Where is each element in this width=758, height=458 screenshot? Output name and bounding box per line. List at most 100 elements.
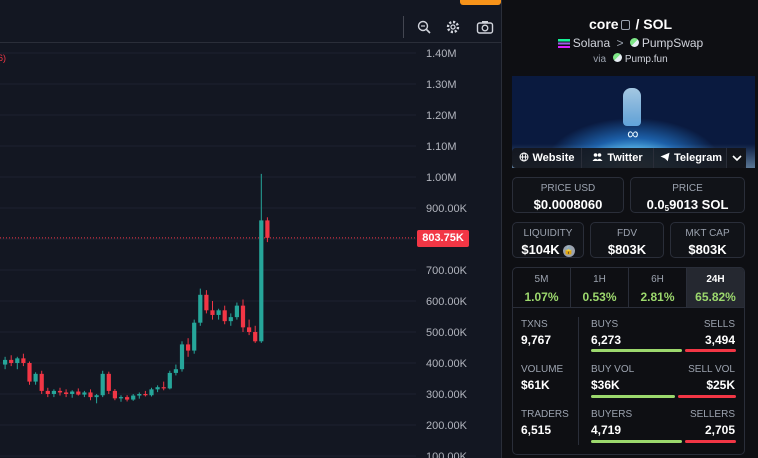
- tab-5m-label: 5M: [534, 274, 549, 285]
- pair-info-panel: core / SOL Solana > PumpSwap via Pump.fu…: [501, 0, 758, 458]
- sellers-value: 2,705: [704, 423, 735, 437]
- mkt-cap-value: $803K: [688, 242, 727, 257]
- y-tick-label: 900.00K: [426, 203, 468, 215]
- telegram-label: Telegram: [674, 152, 723, 164]
- candle-body: [228, 317, 233, 322]
- tab-5m-change: 1.07%: [524, 290, 559, 304]
- gear-icon[interactable]: [442, 16, 464, 38]
- traders-label: TRADERS: [521, 409, 569, 420]
- candle-body: [234, 305, 239, 318]
- candle-body: [39, 373, 44, 391]
- zoom-icon[interactable]: [413, 16, 435, 38]
- toolbar-divider: [403, 16, 404, 38]
- globe-icon: [519, 152, 529, 165]
- pumpfun-icon: [612, 53, 622, 62]
- candle-body: [15, 358, 20, 363]
- candle-body: [94, 395, 99, 398]
- candle-body: [70, 391, 75, 394]
- candle-body: [100, 373, 105, 396]
- y-tick-label: 100.00K: [426, 451, 468, 458]
- price-chart[interactable]: 1.40M1.30M1.20M1.10M1.00M900.00K800.00K7…: [0, 0, 501, 458]
- buys-label: BUYS: [591, 319, 619, 330]
- tab-6h[interactable]: 6H 2.81%: [629, 268, 687, 307]
- chart-toolbar: [0, 12, 501, 42]
- liquidity-box: LIQUIDITY $104K 🔒: [512, 222, 584, 258]
- candle-body: [112, 390, 117, 399]
- copy-icon[interactable]: [620, 20, 630, 30]
- buys-bar: [591, 349, 682, 352]
- txns-value: 9,767: [521, 333, 552, 347]
- twitter-button[interactable]: Twitter: [582, 148, 654, 168]
- chain-name[interactable]: Solana: [573, 36, 610, 50]
- users-icon: [592, 152, 603, 165]
- tab-24h-label: 24H: [706, 274, 725, 285]
- fdv-value: $803K: [607, 242, 647, 257]
- candle-body: [106, 373, 111, 391]
- candle-body: [186, 344, 191, 351]
- dex-name[interactable]: PumpSwap: [642, 36, 703, 50]
- candle-body: [216, 310, 221, 315]
- tab-1h[interactable]: 1H 0.53%: [571, 268, 629, 307]
- legend-fragment: 6): [0, 53, 7, 63]
- traders-value: 6,515: [521, 423, 552, 437]
- toolbar-divider-line: [0, 42, 501, 43]
- telegram-button[interactable]: Telegram: [654, 148, 726, 168]
- via-line: via Pump.fun: [502, 53, 758, 65]
- candle-body: [149, 389, 154, 396]
- via-source[interactable]: Pump.fun: [625, 54, 668, 65]
- candle-body: [143, 394, 148, 396]
- chevron-right-icon: >: [616, 36, 624, 50]
- txn-divider: [578, 317, 579, 445]
- candle-body: [51, 390, 56, 394]
- candle-body: [3, 359, 8, 365]
- buyers-label: BUYERS: [591, 409, 633, 420]
- mkt-cap-label: MKT CAP: [685, 228, 730, 239]
- sell-vol-bar: [678, 395, 736, 398]
- pumpswap-icon: [629, 38, 639, 47]
- infinity-icon: ∞: [627, 126, 639, 143]
- tab-1h-label: 1H: [593, 274, 606, 285]
- sells-bar: [685, 349, 736, 352]
- tab-6h-label: 6H: [651, 274, 664, 285]
- candle-body: [27, 363, 32, 382]
- website-label: Website: [532, 152, 575, 164]
- candle-body: [64, 392, 69, 394]
- buy-vol-label: BUY VOL: [591, 364, 635, 375]
- social-links-bar: Website Twitter Telegram: [512, 148, 746, 168]
- candle-body: [161, 387, 166, 389]
- price-usd-value: $0.0008060: [533, 197, 603, 212]
- liquidity-label: LIQUIDITY: [523, 228, 573, 239]
- candle-body: [76, 391, 81, 395]
- buyers-value: 4,719: [591, 423, 622, 437]
- via-label: via: [593, 54, 607, 65]
- candle-body: [57, 390, 63, 393]
- website-button[interactable]: Website: [512, 148, 582, 168]
- y-tick-label: 1.30M: [426, 79, 457, 91]
- transactions-stats: TXNS 9,767 BUYS 6,273 SELLS 3,494 VOLUME…: [512, 307, 745, 455]
- sell-vol-label: SELL VOL: [688, 364, 735, 375]
- lock-icon[interactable]: 🔒: [562, 245, 575, 257]
- y-tick-label: 500.00K: [426, 327, 468, 339]
- twitter-label: Twitter: [607, 152, 643, 164]
- volume-value: $61K: [521, 378, 550, 392]
- mkt-cap-box: MKT CAP $803K: [670, 222, 745, 258]
- sells-value: 3,494: [704, 333, 735, 347]
- camera-icon[interactable]: [474, 16, 496, 38]
- candle-body: [33, 373, 38, 382]
- candle-body: [118, 397, 124, 399]
- current-price-label: 803.75K: [417, 229, 469, 247]
- tab-24h[interactable]: 24H 65.82%: [687, 268, 744, 307]
- tab-1h-change: 0.53%: [582, 290, 617, 304]
- y-tick-label: 1.40M: [426, 48, 457, 60]
- chevron-down-icon[interactable]: [726, 148, 746, 168]
- tab-5m[interactable]: 5M 1.07%: [513, 268, 571, 307]
- banner-figure: [623, 88, 641, 126]
- candle-body: [192, 322, 197, 351]
- buy-vol-bar: [591, 395, 675, 398]
- liquidity-value: $104K 🔒: [521, 242, 575, 257]
- y-tick-label: 400.00K: [426, 358, 468, 370]
- y-tick-label: 1.10M: [426, 141, 457, 153]
- y-tick-label: 1.20M: [426, 110, 457, 122]
- candle-body: [240, 305, 246, 328]
- sellers-bar: [685, 440, 736, 443]
